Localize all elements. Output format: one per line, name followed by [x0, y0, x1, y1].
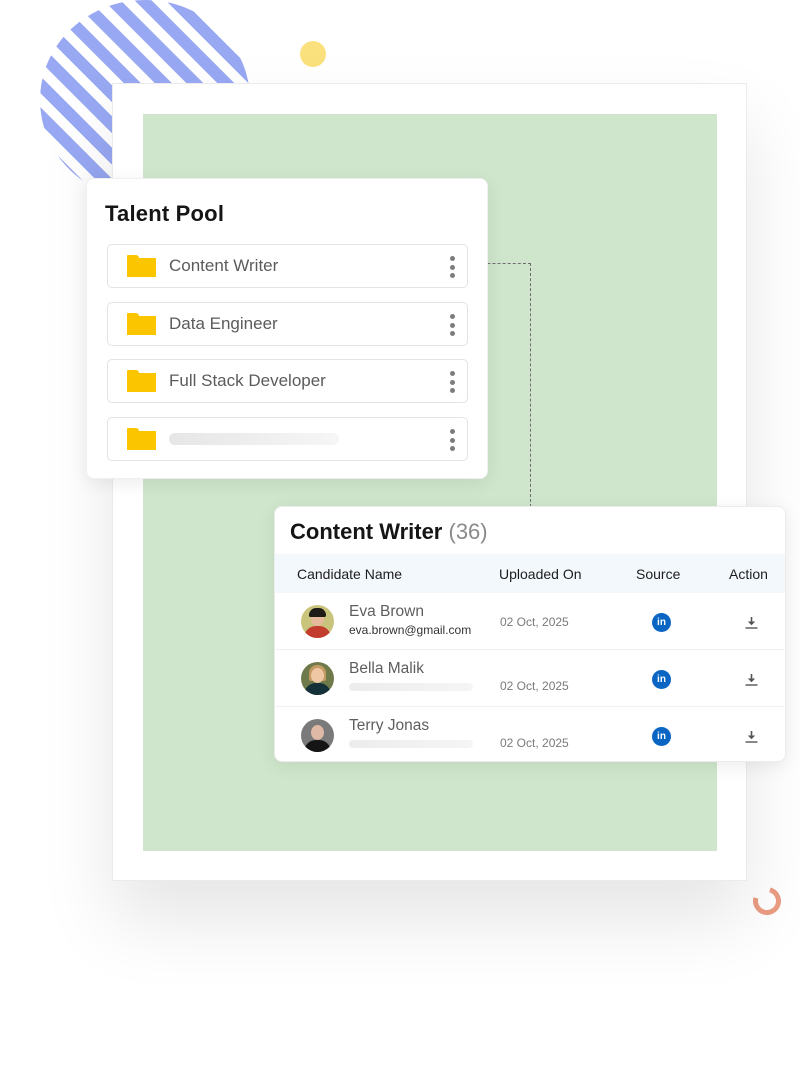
- avatar: [301, 605, 334, 638]
- ring-decoration: [747, 881, 787, 921]
- folder-icon: [127, 255, 156, 277]
- content-writer-title: Content Writer (36): [290, 519, 488, 545]
- linkedin-icon[interactable]: in: [652, 727, 671, 746]
- table-row[interactable]: Terry Jonas 02 Oct, 2025 in: [275, 707, 785, 761]
- column-header-action[interactable]: Action: [729, 566, 768, 582]
- linkedin-glyph: in: [657, 674, 666, 685]
- download-icon[interactable]: [744, 672, 759, 687]
- candidate-name[interactable]: Terry Jonas: [349, 717, 429, 735]
- column-header-candidate-name[interactable]: Candidate Name: [297, 566, 402, 582]
- talent-pool-title: Talent Pool: [105, 201, 225, 226]
- table-row[interactable]: Eva Brown eva.brown@gmail.com 02 Oct, 20…: [275, 593, 785, 650]
- talent-pool-card: Talent Pool Content Writer Data Engineer…: [86, 178, 488, 479]
- column-header-source[interactable]: Source: [636, 566, 680, 582]
- folder-label: Data Engineer: [169, 314, 278, 333]
- candidate-name[interactable]: Bella Malik: [349, 660, 424, 678]
- table-header: Candidate Name Uploaded On Source Action: [275, 554, 785, 593]
- candidate-email-placeholder: [349, 740, 473, 748]
- avatar: [301, 662, 334, 695]
- folder-icon: [127, 428, 156, 450]
- folder-label: Full Stack Developer: [169, 371, 326, 390]
- kebab-menu-icon[interactable]: [448, 429, 456, 451]
- uploaded-date: 02 Oct, 2025: [500, 736, 569, 750]
- linkedin-icon[interactable]: in: [652, 613, 671, 632]
- folder-item-placeholder[interactable]: [107, 417, 468, 461]
- column-header-uploaded-on[interactable]: Uploaded On: [499, 566, 582, 582]
- folder-label-placeholder: [169, 433, 339, 445]
- download-icon[interactable]: [744, 615, 759, 630]
- yellow-dot-decoration: [300, 41, 326, 67]
- linkedin-glyph: in: [657, 617, 666, 628]
- candidate-email-placeholder: [349, 683, 473, 691]
- uploaded-date: 02 Oct, 2025: [500, 615, 569, 629]
- download-icon[interactable]: [744, 729, 759, 744]
- folder-item-full-stack-developer[interactable]: Full Stack Developer: [107, 359, 468, 403]
- folder-item-content-writer[interactable]: Content Writer: [107, 244, 468, 288]
- folder-label: Content Writer: [169, 256, 279, 275]
- folder-icon: [127, 370, 156, 392]
- candidate-name[interactable]: Eva Brown: [349, 603, 424, 621]
- candidate-email: eva.brown@gmail.com: [349, 623, 472, 637]
- table-row[interactable]: Bella Malik 02 Oct, 2025 in: [275, 650, 785, 707]
- kebab-menu-icon[interactable]: [448, 371, 456, 393]
- kebab-menu-icon[interactable]: [448, 314, 456, 336]
- kebab-menu-icon[interactable]: [448, 256, 456, 278]
- folder-icon: [127, 313, 156, 335]
- content-writer-card: Content Writer (36) Candidate Name Uploa…: [274, 506, 786, 762]
- avatar: [301, 719, 334, 752]
- folder-item-data-engineer[interactable]: Data Engineer: [107, 302, 468, 346]
- linkedin-glyph: in: [657, 731, 666, 742]
- uploaded-date: 02 Oct, 2025: [500, 679, 569, 693]
- linkedin-icon[interactable]: in: [652, 670, 671, 689]
- folder-name: Content Writer: [290, 519, 443, 544]
- candidate-count: (36): [448, 519, 488, 544]
